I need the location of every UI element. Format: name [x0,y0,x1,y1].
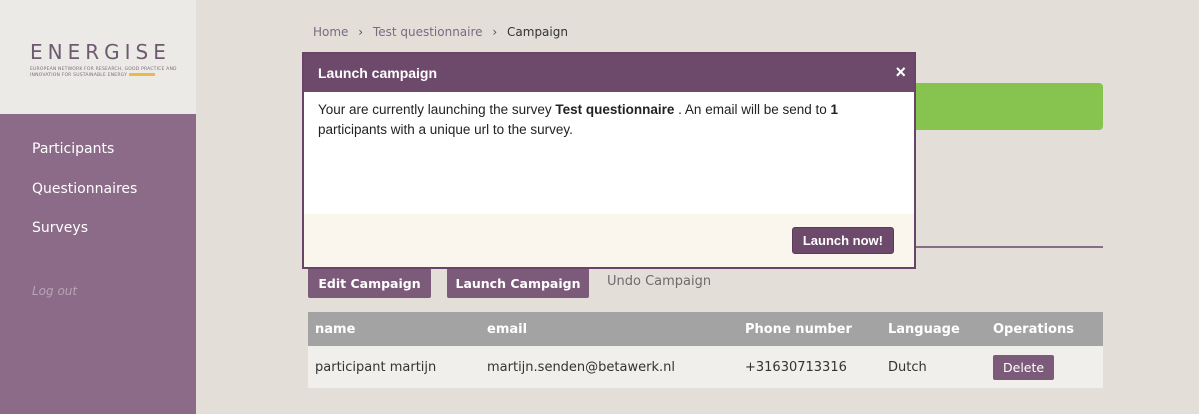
modal-body: Your are currently launching the survey … [304,92,914,216]
breadcrumb-current: Campaign [507,25,568,39]
close-icon[interactable]: × [895,62,906,83]
modal-text-part1: Your are currently launching the survey [318,102,556,117]
logo-accent-bar [129,73,156,76]
sidebar-item-surveys[interactable]: Surveys [32,220,88,236]
survey-name: Test questionnaire [555,102,675,117]
cell-phone: +31630713316 [745,359,847,375]
breadcrumb-separator: › [358,25,364,39]
column-header-name: name [315,321,356,337]
divider-line [905,246,1103,248]
cell-name: participant martijn [315,359,437,375]
logout-link[interactable]: Log out [32,284,77,298]
logo[interactable]: ENERGISE EUROPEAN NETWORK FOR RESEARCH, … [0,0,196,114]
modal-header: Launch campaign × [304,54,914,92]
breadcrumb-home[interactable]: Home [313,25,348,39]
delete-button[interactable]: Delete [993,354,1055,380]
column-header-operations: Operations [993,321,1074,337]
column-header-email: email [487,321,528,337]
column-header-phone: Phone number [745,321,852,337]
table-row: participant martijn martijn.senden@betaw… [308,346,1103,388]
participant-count: 1 [830,102,839,117]
participants-table: name email Phone number Language Operati… [308,312,1103,388]
launch-campaign-modal: Launch campaign × Your are currently lau… [302,52,916,269]
table-header: name email Phone number Language Operati… [308,312,1103,346]
launch-campaign-button[interactable]: Launch Campaign [447,268,589,298]
cell-language: Dutch [888,359,927,375]
sidebar-item-participants[interactable]: Participants [32,141,114,157]
modal-text-part3: participants with a unique url to the su… [318,122,573,137]
success-message-bar [905,83,1103,130]
modal-title: Launch campaign [318,65,438,81]
modal-text-part2: . An email will be send to [674,102,831,117]
column-header-language: Language [888,321,960,337]
modal-footer: Launch now! [304,214,914,267]
undo-campaign-button[interactable]: Undo Campaign [607,274,711,289]
logo-subtitle: EUROPEAN NETWORK FOR RESEARCH, GOOD PRAC… [30,67,177,78]
logo-title: ENERGISE [30,40,171,64]
launch-now-button[interactable]: Launch now! [791,227,894,254]
breadcrumb-separator: › [492,25,498,39]
breadcrumb-questionnaire[interactable]: Test questionnaire [373,25,483,39]
edit-campaign-button[interactable]: Edit Campaign [308,268,431,298]
cell-email: martijn.senden@betawerk.nl [487,359,675,375]
sidebar-item-questionnaires[interactable]: Questionnaires [32,181,137,197]
sidebar: ENERGISE EUROPEAN NETWORK FOR RESEARCH, … [0,0,196,414]
breadcrumb: Home › Test questionnaire › Campaign [313,25,568,39]
